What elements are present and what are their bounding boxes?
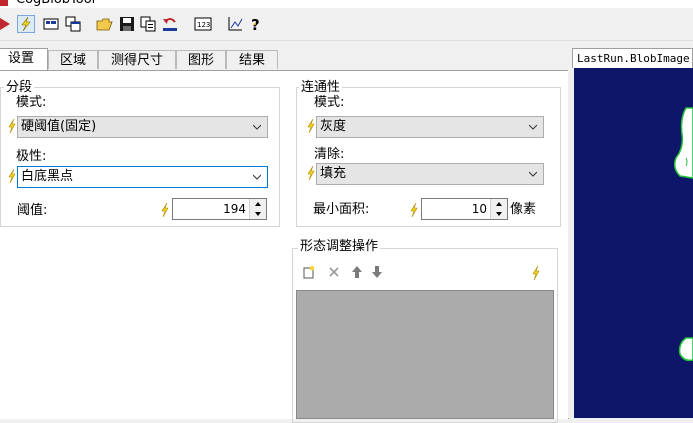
segment-mode-select[interactable]: 硬阈值(固定) (17, 116, 268, 138)
svg-text:123: 123 (197, 21, 210, 29)
morphology-operations-list[interactable] (296, 290, 554, 419)
connectivity-mode-label: 模式: (314, 95, 345, 110)
tab-settings[interactable]: 设置 (0, 48, 48, 70)
segment-polarity-bolt-icon (8, 168, 16, 184)
pixel-unit-label: 像素 (510, 202, 537, 217)
clean-label: 清除: (314, 147, 345, 162)
threshold-bolt-icon (161, 202, 169, 218)
min-area-label: 最小面积: (313, 202, 370, 217)
blob-image (673, 107, 693, 362)
clean-bolt-icon (307, 165, 315, 181)
toolbar: 123 ? (0, 8, 693, 41)
segment-group-label: 分段 (4, 80, 35, 95)
tab-graphics[interactable]: 图形 (176, 50, 226, 69)
chevron-down-icon (529, 171, 537, 177)
morphology-bolt-icon (532, 265, 540, 281)
reset-icon[interactable] (161, 15, 179, 33)
threshold-spin-buttons[interactable] (249, 199, 266, 219)
min-area-spinner[interactable]: 10 (421, 198, 508, 220)
segment-polarity-select[interactable]: 白底黑点 (17, 166, 268, 188)
copy-icon[interactable] (139, 15, 157, 33)
clean-value: 填充 (320, 166, 347, 181)
tab-region[interactable]: 区域 (48, 50, 98, 69)
tab-measurements[interactable]: 测得尺寸 (98, 50, 176, 69)
threshold-label: 阈值: (17, 203, 48, 218)
segment-mode-label: 模式: (16, 95, 47, 110)
spin-up-icon[interactable] (491, 199, 507, 209)
move-down-icon[interactable] (371, 265, 383, 279)
number-icon[interactable]: 123 (194, 15, 212, 33)
chart-icon[interactable] (226, 15, 244, 33)
connectivity-group-label: 连通性 (299, 80, 343, 95)
chevron-down-icon (253, 124, 261, 130)
spin-down-icon[interactable] (250, 209, 266, 219)
app-icon (0, 0, 8, 6)
connectivity-mode-bolt-icon (307, 118, 315, 134)
settings-panel: 分段 模式: 硬阈值(固定) 极性: 白底黑点 阈值: 194 连通性 模式: … (0, 70, 569, 423)
segment-mode-bolt-icon (8, 118, 16, 134)
segment-polarity-value: 白底黑点 (21, 169, 74, 184)
min-area-bolt-icon (410, 202, 418, 218)
blob-image-display[interactable] (574, 68, 693, 418)
delete-icon[interactable] (328, 266, 340, 278)
threshold-spinner[interactable]: 194 (172, 198, 267, 220)
electric-icon[interactable] (17, 15, 35, 33)
title-bar: CogBlobTool (0, 0, 693, 8)
segment-mode-value: 硬阈值(固定) (21, 119, 97, 134)
window-title: CogBlobTool (16, 0, 95, 8)
save-icon[interactable] (118, 15, 136, 33)
help-icon[interactable]: ? (248, 15, 266, 33)
move-up-icon[interactable] (351, 265, 363, 279)
new-operation-icon[interactable] (302, 265, 316, 279)
min-area-spin-buttons[interactable] (490, 199, 507, 219)
open-icon[interactable] (96, 15, 114, 33)
chevron-down-icon (529, 124, 537, 130)
connectivity-mode-select[interactable]: 灰度 (316, 116, 544, 138)
threshold-value: 194 (223, 202, 246, 216)
spin-down-icon[interactable] (491, 209, 507, 219)
connectivity-mode-value: 灰度 (320, 119, 347, 134)
tab-results[interactable]: 结果 (226, 50, 278, 69)
spin-up-icon[interactable] (250, 199, 266, 209)
image-window-icon[interactable] (64, 15, 82, 33)
image-tab[interactable]: LastRun.BlobImage (572, 48, 693, 68)
run-icon[interactable] (0, 15, 14, 33)
min-area-value: 10 (471, 202, 487, 216)
segment-polarity-label: 极性: (16, 149, 47, 164)
morphology-group-label: 形态调整操作 (298, 239, 381, 254)
show-image-icon[interactable] (42, 15, 60, 33)
chevron-down-icon (253, 174, 261, 180)
clean-select[interactable]: 填充 (316, 163, 544, 185)
